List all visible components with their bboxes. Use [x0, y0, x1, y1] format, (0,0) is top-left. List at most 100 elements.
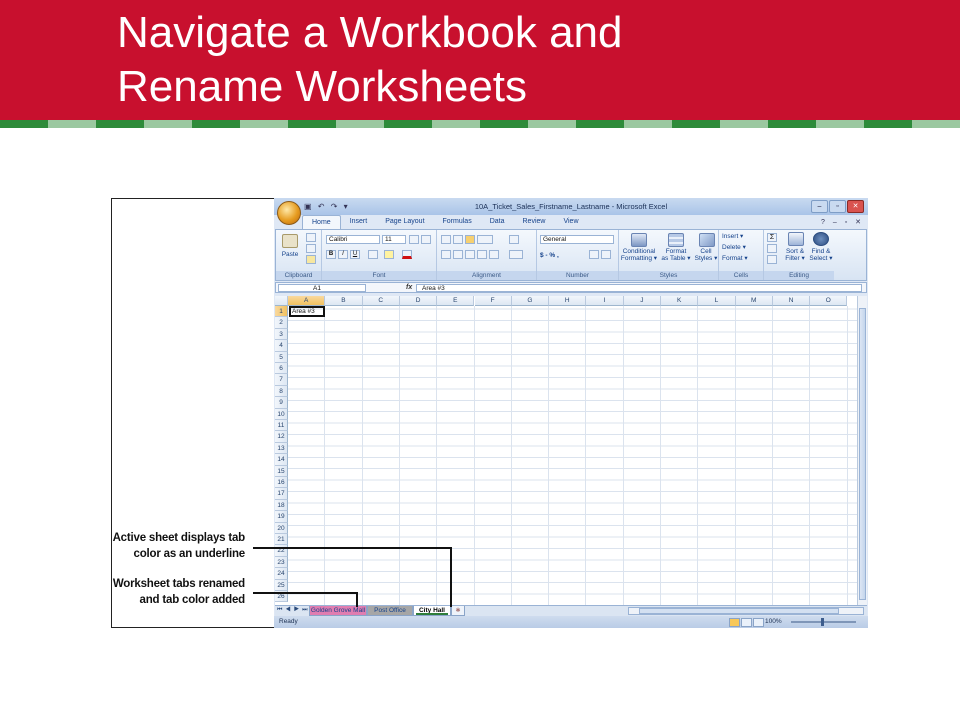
tab-data[interactable]: Data	[481, 215, 514, 229]
row-header-11[interactable]: 11	[275, 420, 288, 432]
zoom-slider-knob[interactable]	[821, 618, 824, 626]
shrink-font-icon[interactable]	[421, 235, 431, 244]
tab-insert[interactable]: Insert	[341, 215, 377, 229]
number-format-select[interactable]: General	[540, 235, 614, 244]
column-header-e[interactable]: E	[437, 296, 475, 306]
column-header-d[interactable]: D	[399, 296, 438, 306]
row-header-25[interactable]: 25	[275, 579, 288, 591]
column-header-k[interactable]: K	[661, 296, 699, 306]
column-header-b[interactable]: B	[325, 296, 363, 306]
fill-color-icon[interactable]	[384, 250, 394, 259]
align-top-icon[interactable]	[441, 235, 451, 244]
cell-styles-button[interactable]: Cell Styles ▾	[693, 248, 719, 262]
column-header-o[interactable]: O	[810, 296, 848, 306]
decrease-indent-icon[interactable]	[477, 250, 487, 259]
sheet-tab-city-hall[interactable]: City Hall	[413, 606, 451, 616]
sheet-tab-post-office[interactable]: Post Office	[367, 606, 413, 616]
font-name-select[interactable]: Calibri	[326, 235, 380, 244]
center-icon[interactable]	[453, 250, 463, 259]
merge-center-icon[interactable]	[509, 250, 523, 259]
find-select-icon[interactable]	[813, 232, 829, 246]
tab-home[interactable]: Home	[302, 215, 341, 230]
accounting-format-button[interactable]: $ - % ,	[540, 252, 584, 259]
zoom-level[interactable]: 100%	[765, 618, 782, 625]
sort-filter-button[interactable]: Sort & Filter ▾	[782, 248, 808, 262]
conditional-formatting-icon[interactable]	[631, 233, 647, 247]
orientation-icon[interactable]	[477, 235, 493, 244]
horizontal-scrollbar[interactable]	[628, 607, 864, 615]
cell-styles-icon[interactable]	[699, 233, 715, 247]
row-header-15[interactable]: 15	[275, 465, 288, 477]
autosum-icon[interactable]: Σ	[767, 233, 777, 242]
sort-filter-icon[interactable]	[788, 232, 804, 246]
insert-worksheet-icon[interactable]: ✱	[451, 606, 465, 616]
font-color-icon[interactable]	[402, 250, 412, 259]
row-header-9[interactable]: 9	[275, 397, 288, 409]
paste-button[interactable]: Paste	[278, 251, 302, 258]
select-all-corner[interactable]	[275, 296, 288, 306]
row-header-18[interactable]: 18	[275, 499, 288, 512]
tab-page-layout[interactable]: Page Layout	[376, 215, 433, 229]
help-icon[interactable]: ? – ▫ ✕	[821, 218, 864, 226]
format-cells-button[interactable]: Format ▾	[722, 255, 762, 262]
page-layout-view-icon[interactable]	[741, 618, 752, 627]
column-header-n[interactable]: N	[772, 296, 811, 306]
row-header-23[interactable]: 23	[275, 556, 288, 569]
column-header-j[interactable]: J	[623, 296, 661, 306]
row-header-10[interactable]: 10	[275, 408, 288, 420]
borders-icon[interactable]	[368, 250, 378, 259]
row-header-4[interactable]: 4	[275, 340, 288, 352]
column-header-h[interactable]: H	[549, 296, 587, 306]
formula-input[interactable]: Area #3	[416, 284, 862, 292]
cell-a1[interactable]: Area #3	[289, 306, 325, 317]
column-header-l[interactable]: L	[698, 296, 736, 306]
format-as-table-icon[interactable]	[668, 233, 684, 247]
insert-cells-button[interactable]: Insert ▾	[722, 233, 762, 240]
tab-review[interactable]: Review	[514, 215, 555, 229]
row-header-19[interactable]: 19	[275, 511, 288, 523]
wrap-text-icon[interactable]	[509, 235, 519, 244]
close-icon[interactable]: ✕	[847, 200, 864, 213]
tab-formulas[interactable]: Formulas	[434, 215, 481, 229]
paste-icon[interactable]	[282, 234, 298, 248]
column-header-g[interactable]: G	[511, 296, 550, 306]
align-bottom-icon[interactable]	[465, 235, 475, 244]
row-header-7[interactable]: 7	[275, 374, 288, 386]
column-header-m[interactable]: M	[735, 296, 773, 306]
office-button[interactable]	[277, 201, 301, 225]
row-header-5[interactable]: 5	[275, 351, 288, 363]
delete-cells-button[interactable]: Delete ▾	[722, 244, 762, 251]
clear-icon[interactable]	[767, 255, 777, 264]
sheet-tab-golden-grove-mall[interactable]: Golden Grove Mall	[309, 606, 367, 616]
row-header-20[interactable]: 20	[275, 522, 288, 534]
minimize-icon[interactable]: –	[811, 200, 828, 213]
decrease-decimal-icon[interactable]	[601, 250, 611, 259]
column-header-i[interactable]: I	[586, 296, 624, 306]
column-header-a[interactable]: A	[288, 296, 326, 306]
row-header-6[interactable]: 6	[275, 363, 288, 375]
name-box[interactable]: A1	[278, 284, 366, 292]
horizontal-scroll-thumb[interactable]	[639, 608, 839, 614]
vertical-scroll-thumb[interactable]	[859, 308, 866, 600]
row-header-17[interactable]: 17	[275, 488, 288, 500]
grow-font-icon[interactable]	[409, 235, 419, 244]
cut-icon[interactable]	[306, 233, 316, 242]
page-break-view-icon[interactable]	[753, 618, 764, 627]
row-header-13[interactable]: 13	[275, 442, 288, 455]
sheet-nav-buttons[interactable]: ⏮◀▶⏭	[277, 607, 311, 614]
vertical-scrollbar[interactable]	[857, 296, 867, 605]
tab-view[interactable]: View	[554, 215, 587, 229]
increase-decimal-icon[interactable]	[589, 250, 599, 259]
normal-view-icon[interactable]	[729, 618, 740, 627]
row-header-8[interactable]: 8	[275, 385, 288, 398]
align-left-icon[interactable]	[441, 250, 451, 259]
align-right-icon[interactable]	[465, 250, 475, 259]
italic-icon[interactable]: I	[338, 250, 348, 259]
column-header-c[interactable]: C	[362, 296, 400, 306]
row-header-16[interactable]: 16	[275, 477, 288, 489]
maximize-icon[interactable]: ▫	[829, 200, 846, 213]
increase-indent-icon[interactable]	[489, 250, 499, 259]
column-header-f[interactable]: F	[474, 296, 512, 306]
copy-icon[interactable]	[306, 244, 316, 253]
row-header-2[interactable]: 2	[275, 317, 288, 329]
